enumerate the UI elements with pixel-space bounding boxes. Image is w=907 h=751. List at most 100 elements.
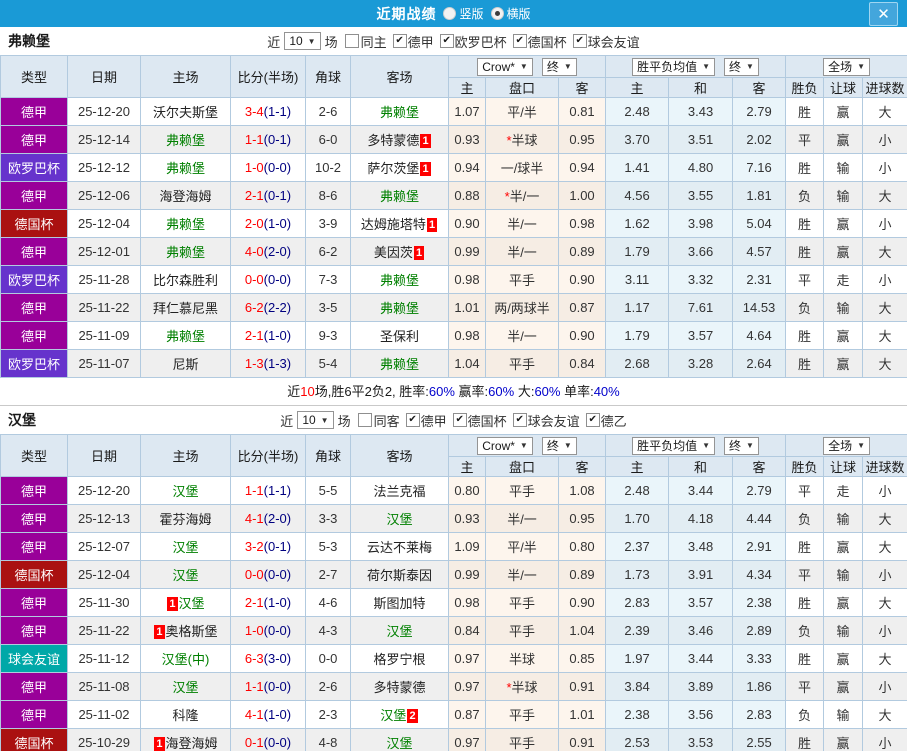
dropdown-arrow-icon: ▼ xyxy=(857,62,866,71)
league-cell: 德国杯 xyxy=(0,560,68,589)
away-odds-cell: 0.89 xyxy=(557,237,607,266)
avg-group-header: 胜平负均值 ▼ 终 ▼ xyxy=(605,55,787,78)
filter-bar: 近 10 ▼ 场同客 ✔ 德甲 ✔ 德国杯 ✔ 球会友谊 ✔ 德乙 xyxy=(0,411,907,430)
match-count-select[interactable]: 10 ▼ xyxy=(297,411,334,429)
avg-odds-select[interactable]: 胜平负均值 ▼ xyxy=(632,57,716,76)
result-handicap-cell: 输 xyxy=(823,293,864,322)
avg-home-cell: 2.39 xyxy=(605,616,670,645)
home-team-cell: 汉堡 xyxy=(140,532,231,561)
league-filter-德国杯[interactable]: ✔ 德国杯 xyxy=(452,411,507,430)
result-handicap-cell: 赢 xyxy=(823,349,864,378)
league-filter-德国杯[interactable]: ✔ 德国杯 xyxy=(512,32,567,51)
fulltime-score: 2-1 xyxy=(244,188,264,203)
handicap-star-icon: * xyxy=(504,189,510,204)
odds-final-select[interactable]: 终 ▼ xyxy=(541,436,577,455)
date-cell: 25-12-01 xyxy=(67,237,141,266)
layout-vertical-option[interactable]: 竖版 xyxy=(443,5,484,22)
away-odds-cell: 0.90 xyxy=(557,265,607,294)
result-handicap-cell: 输 xyxy=(823,616,864,645)
checkbox-checked-icon[interactable]: ✔ xyxy=(572,34,587,48)
handicap-cell: 半球 xyxy=(485,644,559,673)
red-card-badge: 1 xyxy=(420,134,431,148)
avg-draw-cell: 3.89 xyxy=(668,672,734,701)
avg-home-cell: 2.53 xyxy=(605,728,670,751)
away-odds-cell: 0.81 xyxy=(557,97,607,126)
checkbox-checked-icon[interactable]: ✔ xyxy=(512,413,527,427)
corners-cell: 5-4 xyxy=(305,349,351,378)
away-odds-cell: 0.85 xyxy=(557,644,607,673)
fulltime-score: 6-2 xyxy=(244,300,264,315)
checkbox-checked-icon[interactable]: ✔ xyxy=(439,34,454,48)
same-venue-filter[interactable]: 同主 xyxy=(344,32,387,51)
home-team-cell: 1 海登海姆 xyxy=(140,728,231,751)
date-cell: 25-12-13 xyxy=(67,504,141,533)
layout-horizontal-option[interactable]: 横版 xyxy=(490,5,531,22)
team-name: 奥格斯堡 xyxy=(165,624,218,639)
checkbox-checked-icon[interactable]: ✔ xyxy=(452,413,467,427)
team-name-heading: 弗赖堡 xyxy=(8,33,50,49)
handicap-cell: *半球 xyxy=(485,672,559,701)
score-cell: 1-0(0-0) xyxy=(230,616,306,645)
corners-cell: 5-3 xyxy=(305,532,351,561)
avg-final-select[interactable]: 终 ▼ xyxy=(724,57,759,76)
handicap-cell: 两/两球半 xyxy=(485,293,559,322)
col-corner: 角球 xyxy=(305,434,351,477)
league-filter-德甲[interactable]: ✔ 德甲 xyxy=(392,32,434,51)
odds-source-select[interactable]: Crow* ▼ xyxy=(477,57,533,76)
score-cell: 1-1(0-1) xyxy=(230,125,306,154)
checkbox-checked-icon[interactable]: ✔ xyxy=(512,34,527,48)
halftime-score: (3-0) xyxy=(263,651,292,666)
red-card-badge: 1 xyxy=(426,218,438,232)
checkbox-checked-icon[interactable]: ✔ xyxy=(585,413,600,427)
team-name: 弗赖堡 xyxy=(165,245,205,260)
checkbox-checked-icon[interactable]: ✔ xyxy=(392,34,407,48)
checkbox-checked-icon[interactable]: ✔ xyxy=(405,413,420,427)
fulltime-score: 0-1 xyxy=(244,735,264,750)
league-cell: 欧罗巴杯 xyxy=(0,153,68,182)
score-cell: 2-0(1-0) xyxy=(230,209,306,238)
radio-selected-icon[interactable] xyxy=(490,7,504,20)
col-result-wdl: 胜负 xyxy=(785,77,825,98)
match-count-select[interactable]: 10 ▼ xyxy=(284,32,321,50)
home-odds-cell: 0.90 xyxy=(448,209,486,238)
league-filter-球会友谊[interactable]: ✔ 球会友谊 xyxy=(512,411,580,430)
corners-cell: 3-9 xyxy=(305,209,351,238)
team-name: 汉堡 xyxy=(386,512,413,527)
odds-final-select[interactable]: 终 ▼ xyxy=(541,57,577,76)
odds-source-select[interactable]: Crow* ▼ xyxy=(477,436,533,455)
corners-cell: 3-3 xyxy=(305,504,351,533)
away-odds-cell: 0.94 xyxy=(557,153,607,182)
checkbox-unchecked-icon[interactable] xyxy=(357,413,372,427)
avg-away-cell: 4.57 xyxy=(732,237,787,266)
away-team-cell: 汉堡 2 xyxy=(350,700,449,729)
date-cell: 25-11-22 xyxy=(67,293,141,322)
scope-select[interactable]: 全场 ▼ xyxy=(823,57,871,76)
league-filter-球会友谊[interactable]: ✔ 球会友谊 xyxy=(572,32,640,51)
avg-away-cell: 5.04 xyxy=(732,209,787,238)
league-filter-德甲[interactable]: ✔ 德甲 xyxy=(405,411,447,430)
date-cell: 25-12-06 xyxy=(67,181,141,210)
scope-select[interactable]: 全场 ▼ xyxy=(823,436,871,455)
league-filter-德乙[interactable]: ✔ 德乙 xyxy=(585,411,627,430)
checkbox-unchecked-icon[interactable] xyxy=(344,34,359,48)
avg-away-cell: 2.31 xyxy=(732,265,787,294)
avg-home-cell: 1.79 xyxy=(605,321,670,350)
home-team-cell: 1 汉堡 xyxy=(140,588,231,617)
dropdown-arrow-icon: ▼ xyxy=(519,62,528,71)
halftime-score: (0-1) xyxy=(263,188,292,203)
close-icon[interactable]: ✕ xyxy=(869,2,898,26)
avg-home-cell: 1.79 xyxy=(605,237,670,266)
avg-odds-select[interactable]: 胜平负均值 ▼ xyxy=(632,436,716,455)
date-cell: 25-11-12 xyxy=(67,644,141,673)
avg-final-select[interactable]: 终 ▼ xyxy=(724,436,759,455)
scope-group-header: 全场 ▼ xyxy=(785,55,907,78)
avg-draw-cell: 3.28 xyxy=(668,349,734,378)
away-team-cell: 美因茨 1 xyxy=(350,237,449,266)
result-handicap-cell: 走 xyxy=(823,265,864,294)
team-name: 圣保利 xyxy=(379,329,419,344)
league-filter-欧罗巴杯[interactable]: ✔ 欧罗巴杯 xyxy=(439,32,507,51)
same-venue-filter[interactable]: 同客 xyxy=(357,411,400,430)
away-odds-cell: 0.84 xyxy=(557,349,607,378)
radio-unselected-icon[interactable] xyxy=(443,7,457,20)
result-handicap-cell: 赢 xyxy=(823,321,864,350)
